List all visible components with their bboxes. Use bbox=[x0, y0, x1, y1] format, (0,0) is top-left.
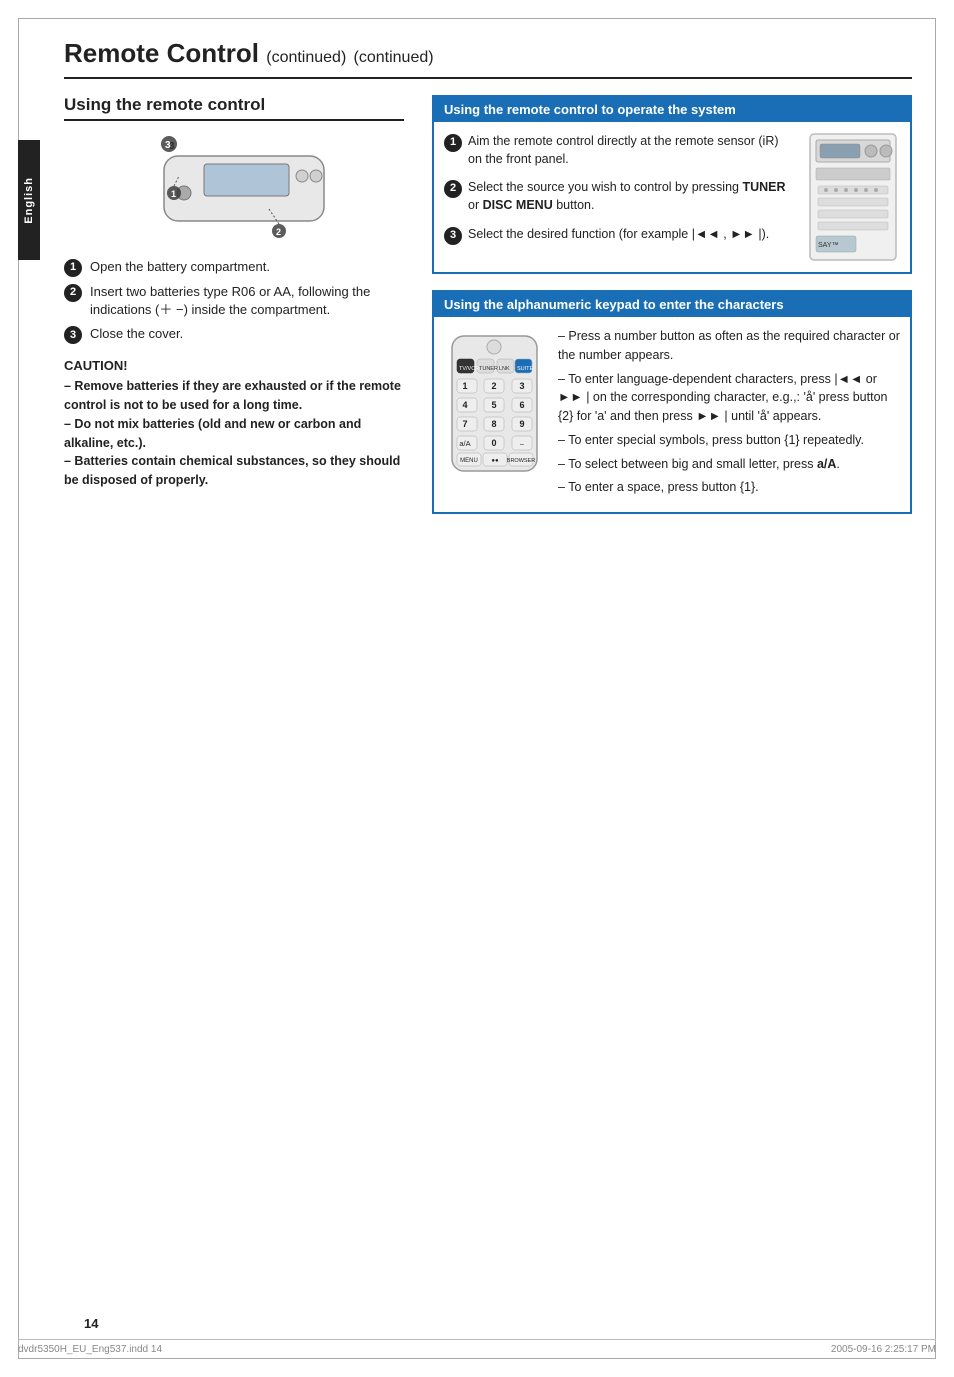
instruction-5: – To enter a space, press button {1}. bbox=[558, 478, 900, 497]
side-tab: English bbox=[18, 140, 40, 260]
section-box-1-body: 1 Aim the remote control directly at the… bbox=[434, 122, 910, 272]
right-step-num-2: 2 bbox=[444, 180, 462, 198]
page-title: Remote Control (continued) (continued) bbox=[64, 38, 912, 79]
caution-line-2: – Do not mix batteries (old and new or c… bbox=[64, 415, 404, 453]
right-step-num-3: 3 bbox=[444, 227, 462, 245]
section2-keypad-image: TV/VCR TUNER LNK SUITE 1 2 3 bbox=[444, 327, 544, 502]
svg-text:–: – bbox=[520, 441, 524, 448]
step-text-3: Close the cover. bbox=[90, 325, 404, 343]
main-content: Remote Control (continued) (continued) U… bbox=[40, 18, 936, 1359]
right-step-text-3: Select the desired function (for example… bbox=[468, 225, 769, 243]
svg-text:TUNER: TUNER bbox=[479, 366, 498, 372]
left-steps-list: 1 Open the battery compartment. 2 Insert… bbox=[64, 258, 404, 344]
right-step-num-1: 1 bbox=[444, 134, 462, 152]
footer: dvdr5350H_EU_Eng537.indd 14 2005-09-16 2… bbox=[18, 1339, 936, 1355]
footer-left: dvdr5350H_EU_Eng537.indd 14 bbox=[18, 1344, 162, 1355]
right-step-text-2: Select the source you wish to control by… bbox=[468, 178, 795, 214]
caution-line-3: – Batteries contain chemical substances,… bbox=[64, 452, 404, 490]
right-step-3: 3 Select the desired function (for examp… bbox=[444, 225, 795, 245]
svg-text:5: 5 bbox=[491, 400, 496, 410]
remote-svg: 3 3 1 2 bbox=[124, 131, 344, 241]
section-box-2: Using the alphanumeric keypad to enter t… bbox=[432, 290, 912, 514]
caution-box: CAUTION! – Remove batteries if they are … bbox=[64, 358, 404, 490]
svg-text:BROWSER: BROWSER bbox=[506, 458, 534, 464]
two-column-layout: Using the remote control 3 3 bbox=[64, 95, 912, 530]
keypad-svg: TV/VCR TUNER LNK SUITE 1 2 3 bbox=[447, 331, 542, 476]
remote-illustration: 3 3 1 2 bbox=[124, 131, 344, 244]
right-step-1: 1 Aim the remote control directly at the… bbox=[444, 132, 795, 168]
section2-instructions: – Press a number button as often as the … bbox=[558, 327, 900, 502]
step-num-3: 3 bbox=[64, 326, 82, 344]
right-section1-image: SAY™ bbox=[805, 132, 900, 262]
title-continued-text: (continued) bbox=[354, 49, 434, 66]
svg-text:6: 6 bbox=[519, 400, 524, 410]
svg-text:4: 4 bbox=[462, 400, 467, 410]
caution-line-1: – Remove batteries if they are exhausted… bbox=[64, 377, 404, 415]
right-step-2: 2 Select the source you wish to control … bbox=[444, 178, 795, 214]
svg-text:MENU: MENU bbox=[460, 458, 478, 464]
right-section1-steps: 1 Aim the remote control directly at the… bbox=[444, 132, 795, 262]
page-number: 14 bbox=[84, 1316, 98, 1331]
svg-text:0: 0 bbox=[491, 438, 496, 448]
left-step-3: 3 Close the cover. bbox=[64, 325, 404, 344]
instruction-2: – To enter language-dependent characters… bbox=[558, 370, 900, 426]
section-box-2-body: TV/VCR TUNER LNK SUITE 1 2 3 bbox=[434, 317, 910, 512]
left-step-1: 1 Open the battery compartment. bbox=[64, 258, 404, 277]
caution-text: – Remove batteries if they are exhausted… bbox=[64, 377, 404, 490]
svg-text:SAY™: SAY™ bbox=[818, 242, 839, 249]
title-continued: (continued) bbox=[266, 49, 346, 66]
section-box-1-title: Using the remote control to operate the … bbox=[434, 97, 910, 122]
left-section-title: Using the remote control bbox=[64, 95, 404, 121]
instruction-1: – Press a number button as often as the … bbox=[558, 327, 900, 365]
svg-text:3: 3 bbox=[165, 140, 171, 151]
svg-text:a/A: a/A bbox=[459, 439, 470, 448]
right-step-text-1: Aim the remote control directly at the r… bbox=[468, 132, 795, 168]
svg-text:1: 1 bbox=[171, 189, 176, 199]
right-column: Using the remote control to operate the … bbox=[432, 95, 912, 530]
step-num-2: 2 bbox=[64, 284, 82, 302]
svg-text:SUITE: SUITE bbox=[517, 366, 534, 372]
footer-right: 2005-09-16 2:25:17 PM bbox=[831, 1344, 936, 1355]
step-text-2: Insert two batteries type R06 or AA, fol… bbox=[90, 283, 404, 319]
caution-title: CAUTION! bbox=[64, 358, 404, 373]
svg-text:8: 8 bbox=[491, 419, 496, 429]
step-num-1: 1 bbox=[64, 259, 82, 277]
section-box-1: Using the remote control to operate the … bbox=[432, 95, 912, 274]
svg-text:2: 2 bbox=[491, 381, 496, 391]
side-tab-label: English bbox=[23, 177, 35, 224]
instruction-3: – To enter special symbols, press button… bbox=[558, 431, 900, 450]
left-column: Using the remote control 3 3 bbox=[64, 95, 404, 530]
svg-text:TV/VCR: TV/VCR bbox=[459, 366, 479, 372]
svg-text:7: 7 bbox=[462, 419, 467, 429]
svg-text:2: 2 bbox=[276, 227, 281, 237]
section-box-2-title: Using the alphanumeric keypad to enter t… bbox=[434, 292, 910, 317]
left-step-2: 2 Insert two batteries type R06 or AA, f… bbox=[64, 283, 404, 319]
svg-text:3: 3 bbox=[519, 381, 524, 391]
device-illustration-svg: SAY™ bbox=[808, 132, 898, 262]
step-text-1: Open the battery compartment. bbox=[90, 258, 404, 276]
title-main: Remote Control bbox=[64, 38, 259, 68]
svg-text:●●: ●● bbox=[491, 458, 499, 464]
svg-text:1: 1 bbox=[462, 381, 467, 391]
svg-text:9: 9 bbox=[519, 419, 524, 429]
instruction-4: – To select between big and small letter… bbox=[558, 455, 900, 474]
svg-text:LNK: LNK bbox=[499, 366, 510, 372]
